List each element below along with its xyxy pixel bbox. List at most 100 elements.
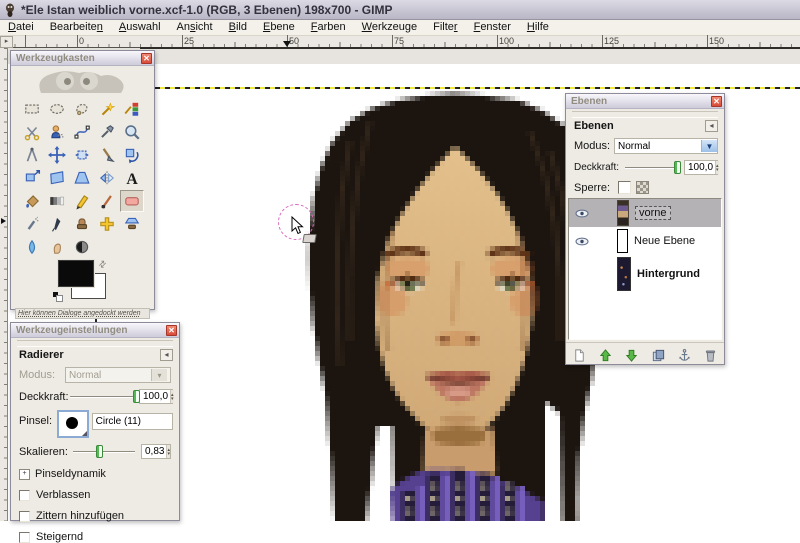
- close-icon[interactable]: ✕: [166, 325, 177, 336]
- mode-dropdown[interactable]: Normal ▾: [65, 367, 171, 383]
- delete-layer-button[interactable]: [701, 346, 721, 364]
- tool-perspective[interactable]: [70, 167, 94, 189]
- checkbox[interactable]: [19, 532, 30, 543]
- tool-ink[interactable]: [45, 213, 69, 235]
- tool-select-by-color[interactable]: [120, 98, 144, 120]
- layer-row-neue-ebene[interactable]: Neue Ebene: [569, 227, 721, 255]
- tool-options-title-bar[interactable]: Werkzeugeinstellungen ✕: [11, 323, 179, 338]
- tool-eraser[interactable]: [120, 190, 144, 212]
- tool-gradient[interactable]: [45, 190, 69, 212]
- opacity-spinner[interactable]: 100,0 ▴▾: [139, 389, 173, 404]
- tool-rotate[interactable]: [120, 144, 144, 166]
- tool-clone[interactable]: [70, 213, 94, 235]
- checkbox-label[interactable]: Verblassen: [36, 489, 90, 501]
- raise-layer-button[interactable]: [595, 346, 615, 364]
- menu-datei[interactable]: Datei: [0, 20, 42, 35]
- tool-pencil[interactable]: [70, 190, 94, 212]
- tool-measure[interactable]: [20, 144, 44, 166]
- canvas-image[interactable]: [300, 91, 600, 521]
- tool-rect-select[interactable]: [20, 98, 44, 120]
- tool-perspective-clone[interactable]: [120, 213, 144, 235]
- scale-slider[interactable]: [73, 445, 135, 458]
- tool-paths[interactable]: [70, 121, 94, 143]
- menu-auswahl[interactable]: Auswahl: [111, 20, 169, 35]
- tool-flip[interactable]: [95, 167, 119, 189]
- layer-thumbnail[interactable]: [617, 257, 631, 291]
- checkbox[interactable]: [19, 511, 30, 522]
- scale-spinner[interactable]: 0,83 ▴▾: [141, 444, 171, 459]
- spinner-arrows-icon[interactable]: ▴▾: [166, 445, 170, 458]
- ruler-origin-button[interactable]: ▸: [0, 36, 13, 48]
- tool-crop[interactable]: [95, 144, 119, 166]
- layer-row-vorne[interactable]: vorne: [569, 199, 721, 227]
- close-icon[interactable]: ✕: [711, 96, 722, 107]
- foreground-color-swatch[interactable]: [58, 260, 94, 287]
- duplicate-layer-button[interactable]: [648, 346, 668, 364]
- tool-heal[interactable]: [95, 213, 119, 235]
- menu-ansicht[interactable]: Ansicht: [169, 20, 221, 35]
- expander-plus-icon[interactable]: +: [19, 469, 30, 480]
- tool-airbrush[interactable]: [20, 213, 44, 235]
- menu-bearbeiten[interactable]: Bearbeiten: [42, 20, 111, 35]
- toolbox-title-bar[interactable]: Werkzeugkasten ✕: [11, 51, 154, 66]
- tool-blur[interactable]: [20, 236, 44, 258]
- tool-align[interactable]: [70, 144, 94, 166]
- window-title-bar[interactable]: *Ele Istan weiblich vorne.xcf-1.0 (RGB, …: [0, 0, 800, 20]
- tool-smudge[interactable]: [45, 236, 69, 258]
- menu-ebene[interactable]: Ebene: [255, 20, 303, 35]
- anchor-layer-button[interactable]: [674, 346, 694, 364]
- tool-color-picker[interactable]: [95, 121, 119, 143]
- layer-mode-dropdown[interactable]: Normal ▼: [614, 138, 718, 154]
- tool-move[interactable]: [45, 144, 69, 166]
- menu-hilfe[interactable]: Hilfe: [519, 20, 557, 35]
- menu-bild[interactable]: Bild: [221, 20, 255, 35]
- layer-thumbnail[interactable]: [617, 229, 628, 253]
- layer-name[interactable]: Hintergrund: [637, 268, 700, 280]
- tab-menu-icon[interactable]: ◂: [160, 349, 173, 361]
- menu-farben[interactable]: Farben: [303, 20, 354, 35]
- menu-werkzeuge[interactable]: Werkzeuge: [354, 20, 425, 35]
- brush-dynamics-label[interactable]: Pinseldynamik: [35, 468, 106, 480]
- layer-thumbnail[interactable]: [617, 200, 629, 226]
- spinner-arrows-icon[interactable]: ▴▾: [715, 161, 719, 174]
- visibility-cell[interactable]: [569, 209, 595, 218]
- menu-fenster[interactable]: Fenster: [466, 20, 519, 35]
- close-icon[interactable]: ✕: [141, 53, 152, 64]
- tool-scissors[interactable]: [20, 121, 44, 143]
- spinner-arrows-icon[interactable]: ▴▾: [170, 390, 174, 403]
- brush-preview-button[interactable]: [57, 410, 89, 438]
- lower-layer-button[interactable]: [622, 346, 642, 364]
- eye-icon[interactable]: [575, 237, 589, 246]
- eye-icon[interactable]: [575, 209, 589, 218]
- checkbox-label[interactable]: Steigernd: [36, 531, 83, 543]
- tool-bucket-fill[interactable]: [20, 190, 44, 212]
- tool-zoom[interactable]: [120, 121, 144, 143]
- visibility-cell[interactable]: [569, 237, 595, 246]
- default-colors-icon[interactable]: [53, 292, 62, 301]
- opacity-slider[interactable]: [70, 390, 135, 403]
- tool-scale[interactable]: [20, 167, 44, 189]
- menu-filter[interactable]: Filter: [425, 20, 465, 35]
- tool-foreground-select[interactable]: [45, 121, 69, 143]
- tab-menu-icon[interactable]: ◂: [705, 120, 718, 132]
- tool-shear[interactable]: [45, 167, 69, 189]
- lock-alpha-checkbox[interactable]: [618, 181, 631, 194]
- dock-grip[interactable]: [17, 340, 173, 347]
- brush-name-field[interactable]: Circle (11): [92, 413, 173, 430]
- checkbox[interactable]: [19, 490, 30, 501]
- layer-row-hintergrund[interactable]: Hintergrund: [569, 255, 721, 293]
- tool-dodge-burn[interactable]: [70, 236, 94, 258]
- checkbox-label[interactable]: Zittern hinzufügen: [36, 510, 124, 522]
- tool-paintbrush[interactable]: [95, 190, 119, 212]
- tool-free-select[interactable]: [70, 98, 94, 120]
- tool-ellipse-select[interactable]: [45, 98, 69, 120]
- new-layer-button[interactable]: [569, 346, 589, 364]
- layer-name[interactable]: Neue Ebene: [634, 235, 695, 247]
- chevron-down-icon[interactable]: ▼: [701, 140, 717, 152]
- layers-title-bar[interactable]: Ebenen ✕: [566, 94, 724, 109]
- vertical-ruler[interactable]: [0, 48, 8, 521]
- layer-opacity-slider[interactable]: [625, 161, 680, 174]
- dock-grip[interactable]: [572, 111, 718, 118]
- tool-fuzzy-select[interactable]: [95, 98, 119, 120]
- swap-colors-icon[interactable]: ⇄: [96, 258, 109, 271]
